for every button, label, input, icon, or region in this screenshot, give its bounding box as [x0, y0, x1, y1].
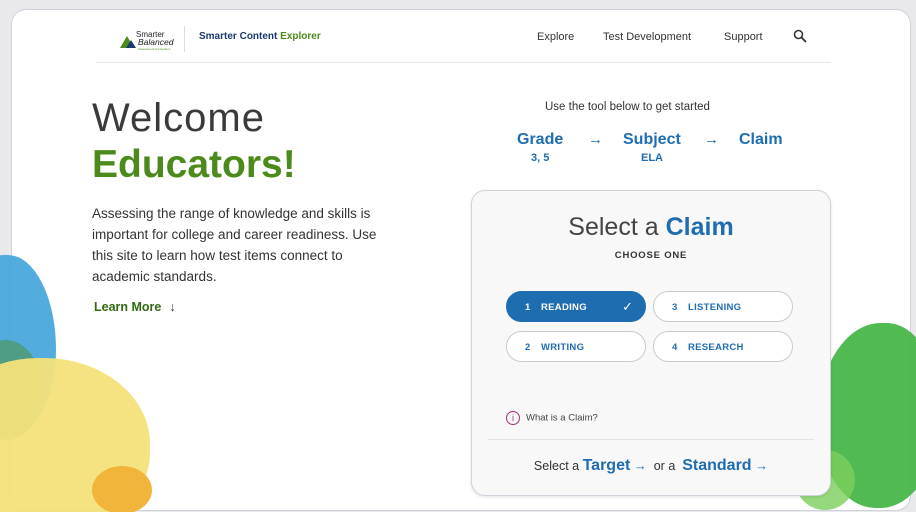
step-grade[interactable]: Grade	[517, 131, 563, 149]
card-title-prefix: Select a	[568, 213, 659, 241]
select-target-link[interactable]: Target	[583, 457, 631, 474]
claim-number: 2	[525, 342, 531, 353]
header-divider	[184, 26, 185, 52]
step-grade-value: 3, 5	[531, 152, 550, 164]
select-standard-link[interactable]: Standard	[682, 457, 751, 474]
info-icon: i	[506, 411, 520, 425]
nav-support[interactable]: Support	[724, 31, 763, 43]
claim-number: 4	[672, 342, 678, 353]
search-icon[interactable]	[793, 29, 807, 43]
step-subject[interactable]: Subject	[623, 131, 681, 149]
app-title-content: Content	[239, 31, 278, 42]
page: Smarter Balanced Assessment Consortium S…	[0, 0, 916, 512]
step-claim[interactable]: Claim	[739, 131, 783, 149]
claim-option-writing[interactable]: 2 WRITING	[506, 331, 646, 362]
claim-option-reading[interactable]: 1 READING ✓	[506, 291, 646, 322]
site-header: Smarter Balanced Assessment Consortium S…	[96, 22, 831, 63]
bottom-prefix: Select a	[533, 459, 580, 473]
claim-option-listening[interactable]: 3 LISTENING	[653, 291, 793, 322]
logo-subtext: Assessment Consortium	[138, 47, 171, 51]
what-is-a-claim-link[interactable]: i What is a Claim?	[506, 411, 598, 425]
what-is-a-claim-label: What is a Claim?	[526, 412, 598, 424]
nav-explore[interactable]: Explore	[537, 31, 574, 43]
smarter-balanced-logo[interactable]: Smarter Balanced Assessment Consortium	[118, 28, 178, 52]
claim-label: LISTENING	[688, 302, 742, 313]
card-title: Select a Claim	[472, 213, 830, 242]
checkmark-icon: ✓	[622, 299, 633, 314]
step-arrow-icon: →	[704, 131, 719, 148]
educators-heading: Educators!	[92, 143, 296, 186]
claim-selection-card: Select a Claim CHOOSE ONE 1 READING ✓ 3 …	[471, 190, 831, 496]
claim-label: READING	[541, 302, 587, 313]
arrow-right-icon: →	[633, 458, 647, 473]
nav-test-development[interactable]: Test Development	[603, 31, 691, 43]
app-title-smarter: Smarter	[199, 31, 237, 42]
learn-more-label: Learn More	[94, 300, 162, 314]
claim-number: 1	[525, 302, 531, 313]
app-title[interactable]: Smarter Content Explorer	[199, 31, 321, 42]
card-title-emphasis: Claim	[665, 213, 734, 241]
claim-label: RESEARCH	[688, 342, 744, 353]
welcome-heading: Welcome	[92, 96, 265, 140]
arrow-down-icon: ↓	[169, 300, 176, 314]
logo-text-bottom: Balanced	[138, 37, 174, 47]
bottom-or: or a	[653, 459, 676, 473]
tool-hint: Use the tool below to get started	[545, 101, 710, 113]
claim-option-research[interactable]: 4 RESEARCH	[653, 331, 793, 362]
claim-label: WRITING	[541, 342, 585, 353]
card-divider	[488, 439, 814, 440]
step-arrow-icon: →	[588, 131, 603, 148]
next-step-row: Select a Target → or a Standard →	[472, 457, 830, 475]
choose-one-label: CHOOSE ONE	[614, 250, 688, 261]
arrow-right-icon: →	[755, 458, 769, 473]
decorative-orange-blob	[92, 466, 152, 512]
app-title-explorer: Explorer	[280, 31, 321, 42]
step-subject-value: ELA	[641, 152, 663, 164]
intro-paragraph: Assessing the range of knowledge and ski…	[92, 206, 377, 284]
claim-number: 3	[672, 302, 678, 313]
learn-more-link[interactable]: Learn More ↓	[94, 300, 176, 314]
